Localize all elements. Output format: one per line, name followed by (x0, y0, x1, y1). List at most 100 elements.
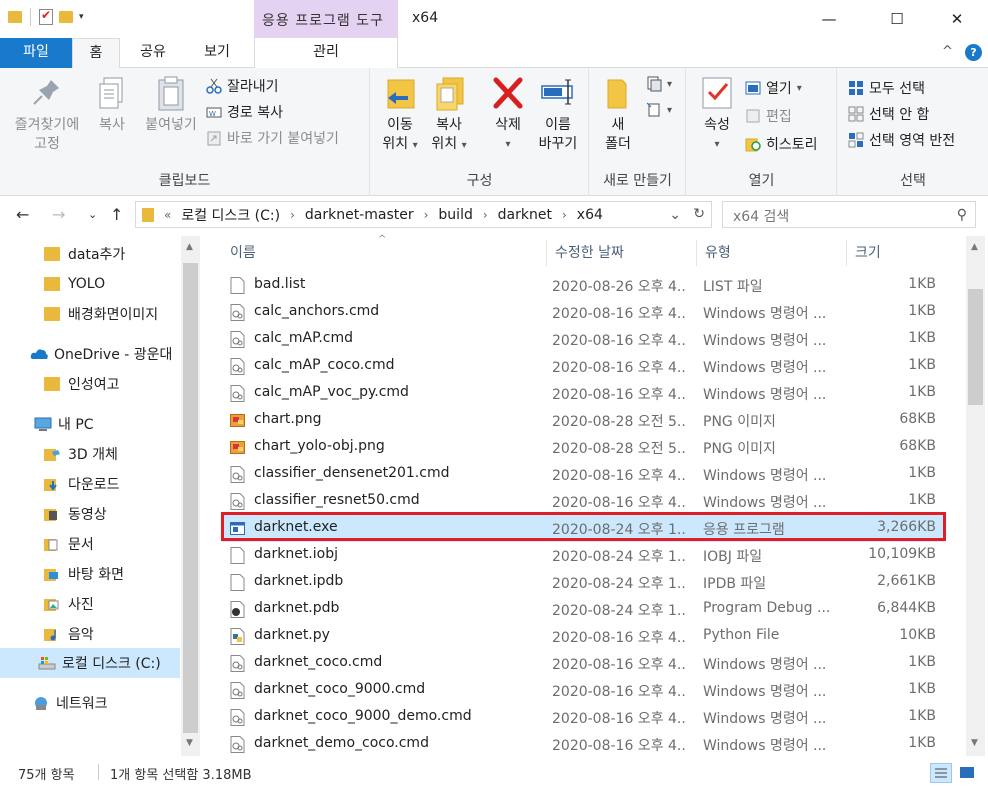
nav-item-pictures[interactable]: 사진 (0, 590, 180, 618)
tab-share[interactable]: 공유 (124, 38, 182, 68)
history-button[interactable]: 히스토리 (745, 134, 818, 154)
nav-item-network[interactable]: 네트워크 (0, 689, 180, 717)
new-folder-button[interactable]: 새 폴더 (596, 74, 640, 154)
maximize-button[interactable]: ☐ (874, 0, 920, 38)
large-icons-view-icon[interactable] (956, 763, 978, 783)
scrollbar-thumb[interactable] (183, 263, 198, 733)
nav-item-school[interactable]: 인성여고 (0, 370, 180, 398)
nav-item-desktop[interactable]: 바탕 화면 (0, 560, 180, 588)
breadcrumb-chevron-icon[interactable]: › (424, 208, 429, 222)
properties-dropdown-icon[interactable]: ▾ (695, 135, 739, 154)
breadcrumb-chevron-icon[interactable]: › (562, 208, 567, 222)
invert-selection-button[interactable]: 선택 영역 반전 (848, 130, 955, 150)
minimize-button[interactable]: — (806, 0, 852, 38)
nav-item-music[interactable]: 음악 (0, 620, 180, 648)
column-header-date[interactable]: 수정한 날짜 (547, 240, 697, 266)
file-row[interactable]: calc_mAP_voc_py.cmd 2020-08-16 오후 4... Win… (222, 380, 944, 407)
delete-dropdown-icon[interactable]: ▾ (483, 135, 533, 154)
pin-to-quick-access-button[interactable]: 즐겨찾기에 고정 (8, 74, 86, 154)
paste-shortcut-button[interactable]: 바로 가기 붙여넣기 (206, 128, 339, 148)
column-header-type[interactable]: 유형 (697, 240, 847, 266)
breadcrumb-chevron-icon[interactable]: › (483, 208, 488, 222)
file-row[interactable]: classifier_densenet201.cmd 2020-08-16 오후 … (222, 461, 944, 488)
folder-icon[interactable] (8, 11, 22, 23)
navigation-pane-scrollbar[interactable]: ▲ ▼ (181, 236, 200, 756)
file-row[interactable]: darknet_demo_coco.cmd 2020-08-16 오후 4... W… (222, 731, 944, 758)
breadcrumb-chevron-icon[interactable]: › (290, 208, 295, 222)
breadcrumb-segment[interactable]: x64 (577, 207, 603, 223)
easy-access-button[interactable]: ▾ (646, 102, 672, 118)
nav-item-downloads[interactable]: 다운로드 (0, 470, 180, 498)
move-to-button[interactable]: 이동 위치 ▾ (377, 74, 423, 155)
file-row[interactable]: chart.png 2020-08-28 오전 5... PNG 이미지 68KB (222, 407, 944, 434)
properties-button[interactable]: 속성 ▾ (695, 74, 739, 154)
breadcrumb-segment[interactable]: darknet (498, 207, 552, 223)
file-row[interactable]: calc_mAP.cmd 2020-08-16 오후 4... Windows 명령… (222, 326, 944, 353)
tab-view[interactable]: 보기 (188, 38, 246, 68)
delete-button[interactable]: 삭제 ▾ (483, 74, 533, 154)
nav-item-onedrive[interactable]: OneDrive - 광운대 (0, 340, 180, 368)
up-arrow-icon[interactable]: ↑ (110, 205, 123, 224)
select-all-button[interactable]: 모두 선택 (848, 78, 925, 98)
file-list-scrollbar[interactable]: ▲ ▼ (966, 236, 985, 756)
paste-button[interactable]: 붙여넣기 (136, 74, 206, 135)
scroll-up-icon[interactable]: ▲ (186, 242, 193, 252)
file-row[interactable]: calc_anchors.cmd 2020-08-16 오후 4... Window… (222, 299, 944, 326)
nav-item-this-pc[interactable]: 내 PC (0, 410, 180, 438)
address-dropdown-icon[interactable]: ⌄ (669, 207, 681, 223)
search-input[interactable]: x64 검색 ⚲ (722, 201, 976, 228)
back-arrow-icon[interactable]: ← (16, 205, 29, 224)
copy-to-button[interactable]: 복사 위치 ▾ (425, 74, 473, 155)
open-button[interactable]: 열기 ▾ (745, 78, 802, 98)
tab-manage[interactable]: 관리 (254, 38, 398, 68)
new-folder-icon[interactable] (59, 11, 73, 23)
breadcrumb-segment[interactable]: darknet-master (305, 207, 414, 223)
address-overflow[interactable]: « (164, 208, 171, 222)
scroll-down-icon[interactable]: ▼ (971, 738, 978, 748)
file-row[interactable]: darknet.iobj 2020-08-24 오후 1... IOBJ 파일 10,… (222, 542, 944, 569)
file-row[interactable]: chart_yolo-obj.png 2020-08-28 오전 5... PNG … (222, 434, 944, 461)
scrollbar-thumb[interactable] (968, 289, 983, 405)
copy-button[interactable]: 복사 (88, 74, 136, 135)
column-header-name[interactable]: 이름 (222, 240, 547, 266)
file-row[interactable]: darknet.ipdb 2020-08-24 오후 1... IPDB 파일 2,6… (222, 569, 944, 596)
scroll-down-icon[interactable]: ▼ (186, 738, 193, 748)
help-icon[interactable]: ? (965, 44, 982, 61)
forward-arrow-icon[interactable]: → (52, 205, 65, 224)
breadcrumb-segment[interactable]: 로컬 디스크 (C:) (181, 205, 280, 225)
nav-item-wallpapers[interactable]: 배경화면이미지 (0, 300, 180, 328)
nav-item-yolo[interactable]: YOLO (0, 270, 180, 298)
edit-button[interactable]: 편집 (745, 106, 792, 126)
collapse-ribbon-icon[interactable]: ^ (942, 44, 953, 59)
close-button[interactable]: ✕ (934, 0, 980, 38)
new-item-button[interactable]: ▾ (646, 76, 672, 92)
nav-item-documents[interactable]: 문서 (0, 530, 180, 558)
details-view-icon[interactable] (930, 763, 952, 783)
nav-item-data[interactable]: data추가 (0, 240, 180, 268)
rename-button[interactable]: 이름 바꾸기 (533, 74, 583, 154)
customize-toolbar-chevron-icon[interactable]: ▾ (79, 12, 84, 22)
recent-locations-chevron-icon[interactable]: ⌄ (88, 208, 97, 221)
file-row[interactable]: darknet_coco_9000.cmd 2020-08-16 오후 4... W… (222, 677, 944, 704)
file-row[interactable]: darknet.pdb 2020-08-24 오후 1... Program Deb… (222, 596, 944, 623)
file-row[interactable]: darknet.py 2020-08-16 오후 4... Python File 1… (222, 623, 944, 650)
tab-file[interactable]: 파일 (0, 38, 72, 68)
file-row[interactable]: darknet_coco_9000_demo.cmd 2020-08-16 오후 … (222, 704, 944, 731)
nav-item-videos[interactable]: 동영상 (0, 500, 180, 528)
breadcrumb-segment[interactable]: build (438, 207, 472, 223)
nav-item-3d-objects[interactable]: 3D 개체 (0, 440, 180, 468)
properties-icon[interactable] (39, 8, 53, 25)
scroll-up-icon[interactable]: ▲ (971, 242, 978, 252)
address-bar[interactable]: « 로컬 디스크 (C:) › darknet-master › build ›… (135, 201, 712, 228)
file-row[interactable]: calc_mAP_coco.cmd 2020-08-16 오후 4... Windo… (222, 353, 944, 380)
cut-button[interactable]: 잘라내기 (206, 76, 279, 96)
refresh-icon[interactable]: ↻ (693, 206, 705, 222)
column-header-size[interactable]: 크기 (847, 240, 944, 266)
file-row[interactable]: classifier_resnet50.cmd 2020-08-16 오후 4..… (222, 488, 944, 515)
file-row[interactable]: darknet_coco.cmd 2020-08-16 오후 4... Window… (222, 650, 944, 677)
copy-path-button[interactable]: W 경로 복사 (206, 102, 283, 122)
nav-item-local-disk[interactable]: 로컬 디스크 (C:) (0, 648, 180, 678)
select-none-button[interactable]: 선택 안 함 (848, 104, 929, 124)
tab-home[interactable]: 홈 (72, 38, 120, 69)
file-row[interactable]: bad.list 2020-08-26 오후 4... LIST 파일 1KB (222, 272, 944, 299)
